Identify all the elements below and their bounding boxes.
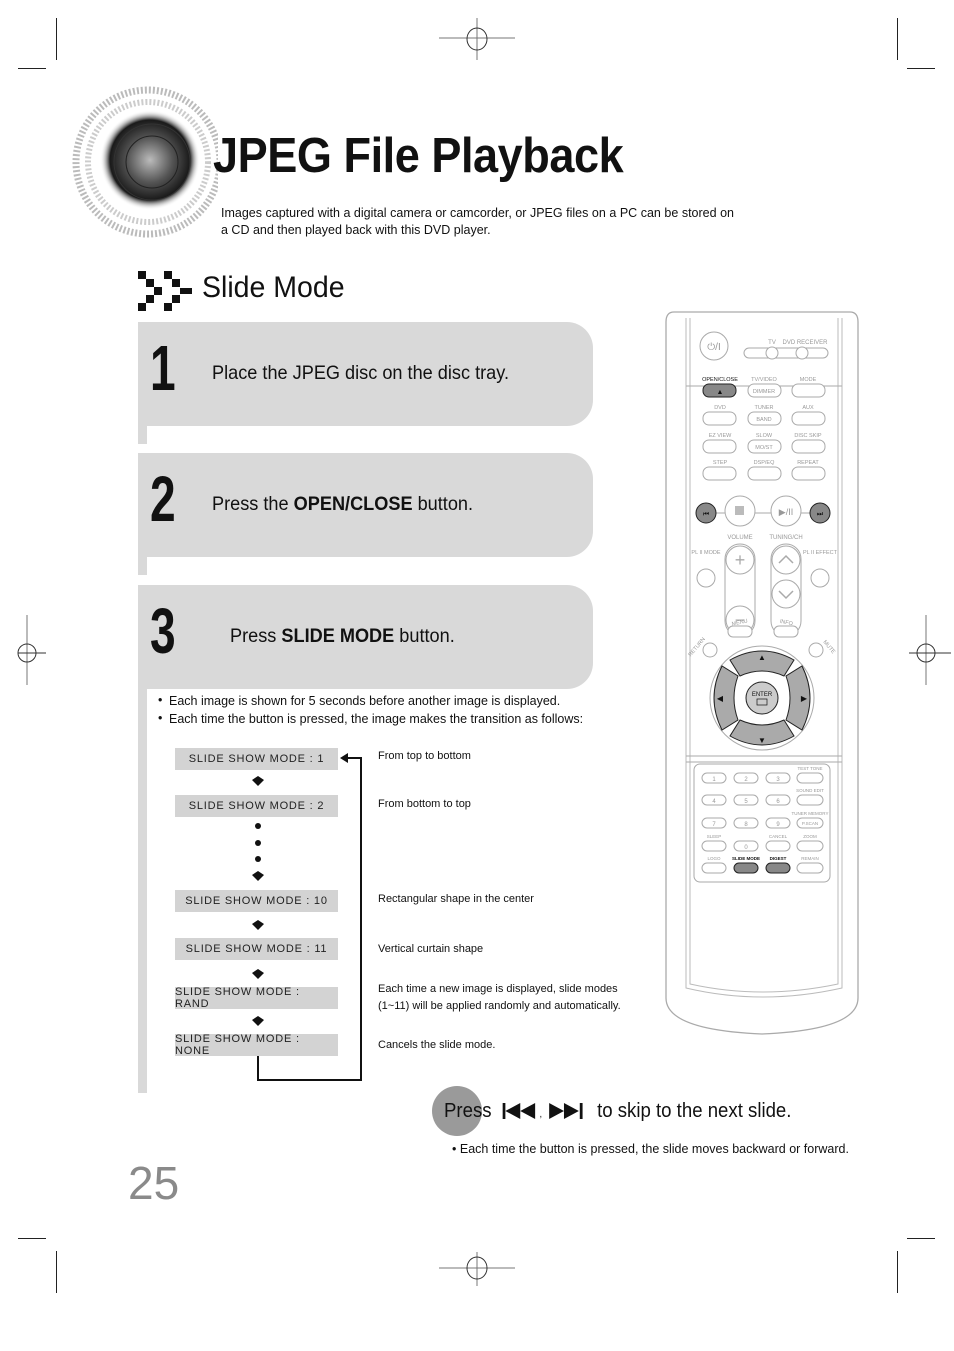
skip-back-icon <box>502 1103 535 1119</box>
remote-label: VOLUME <box>727 535 752 541</box>
remote-label: ENTER <box>752 692 773 698</box>
remote-label: SOUND EDIT <box>796 788 824 793</box>
step-number: 2 <box>150 463 176 535</box>
remote-label: BAND <box>756 417 771 423</box>
remote-label: AUX <box>802 405 814 411</box>
page-title: JPEG File Playback <box>213 129 624 183</box>
remote-label: TEST TONE <box>797 766 822 771</box>
registration-mark-icon <box>17 615 46 685</box>
section-title: Slide Mode <box>202 271 345 304</box>
remote-label: SLOW <box>756 433 773 439</box>
note-item: Each time the button is pressed, the ima… <box>158 709 583 728</box>
step-2: 2 Press the OPEN/CLOSE button. <box>138 453 593 557</box>
remote-label: TUNING/CH <box>769 535 802 541</box>
arrow-left-icon: ◀ <box>717 694 724 703</box>
registration-mark-icon <box>909 615 951 685</box>
skip-forward-icon: ⏭ <box>817 511 824 518</box>
notes-list: Each image is shown for 5 seconds before… <box>158 691 583 728</box>
skip-forward-icon <box>549 1103 583 1119</box>
checker-pattern-icon <box>138 271 192 311</box>
step-3: 3 Press SLIDE MODE button. <box>138 585 593 689</box>
play-pause-icon: ▶/II <box>779 507 793 517</box>
loop-back-arrow <box>257 753 362 1081</box>
crop-mark <box>897 18 898 60</box>
remote-label: TUNER <box>755 405 774 411</box>
remote-label: OPEN/CLOSE <box>702 377 738 383</box>
remote-label: TUNER MEMORY <box>792 811 829 816</box>
remote-control-illustration: ⏻/I TV DVD RECEIVER OPEN/CLOSE TV/VIDEO … <box>665 311 859 1035</box>
mode-description: Vertical curtain shape <box>378 943 484 955</box>
remote-label: P.SCAN <box>802 821 818 826</box>
crop-mark <box>18 68 46 69</box>
note-item: Each image is shown for 5 seconds before… <box>158 691 583 710</box>
crop-mark <box>56 1251 57 1293</box>
crop-mark <box>907 68 935 69</box>
step-text: Press SLIDE MODE button. <box>230 625 455 647</box>
remote-label: SLEEP <box>707 834 722 839</box>
mode-description: Rectangular shape in the center <box>378 893 534 905</box>
crop-mark <box>18 1238 46 1239</box>
power-icon: ⏻/I <box>707 342 720 353</box>
remote-label: SLIDE MODE <box>732 856 760 861</box>
remote-label: LOGO <box>707 856 721 861</box>
step-number: 3 <box>150 595 176 667</box>
remote-label: DVD <box>714 405 726 411</box>
page-number: 25 <box>128 1157 180 1209</box>
arrow-up-icon: ▲ <box>758 653 766 662</box>
remote-label: MO/ST <box>755 445 773 451</box>
remote-label: DIMMER <box>753 389 775 395</box>
step-number: 1 <box>150 332 176 404</box>
volume-up-icon: + <box>735 550 746 570</box>
crop-mark <box>56 18 57 60</box>
remote-label: ZOOM <box>803 834 817 839</box>
button-name: SLIDE MODE <box>281 625 395 647</box>
remote-label: TV <box>768 340 776 346</box>
stop-icon <box>735 506 744 515</box>
crop-mark <box>897 1251 898 1293</box>
intro-text: Images captured with a digital camera or… <box>221 206 734 237</box>
speaker-disc-icon <box>72 86 218 238</box>
remote-label: EZ VIEW <box>709 433 732 439</box>
arrow-right-icon: ▶ <box>801 694 808 703</box>
button-name: OPEN/CLOSE <box>293 493 413 515</box>
mode-description: From top to bottom <box>378 750 471 762</box>
crop-mark <box>907 1238 935 1239</box>
remote-label: REPEAT <box>797 460 819 466</box>
registration-mark-icon <box>439 1252 515 1286</box>
remote-label: CANCEL <box>769 834 788 839</box>
remote-label: PL II EFFECT <box>803 550 838 556</box>
remote-label: STEP <box>713 460 728 466</box>
step-text: Place the JPEG disc on the disc tray. <box>212 362 510 384</box>
remote-label: PL II MODE <box>691 550 720 556</box>
step-1: 1 Place the JPEG disc on the disc tray. <box>138 322 593 426</box>
mode-description: From bottom to top <box>378 798 471 810</box>
registration-mark-icon <box>439 18 515 60</box>
svg-text:▲: ▲ <box>717 389 724 396</box>
remote-label: MODE <box>800 377 817 383</box>
mode-description: Cancels the slide mode. <box>378 1039 496 1051</box>
skip-instruction: Press , to skip to the next slide. <box>444 1100 792 1122</box>
remote-label: DIGEST <box>770 856 787 861</box>
step-text: Press the OPEN/CLOSE button. <box>212 493 474 515</box>
remote-label: DSP/EQ <box>754 460 776 466</box>
arrow-down-icon: ▼ <box>758 736 766 745</box>
remote-label: TV/VIDEO <box>751 377 777 383</box>
skip-back-icon: ⏮ <box>703 511 709 518</box>
mode-description: Each time a new image is displayed, slid… <box>378 983 621 1012</box>
remote-label: DVD RECEIVER <box>782 340 828 346</box>
remote-label: REMAIN <box>801 856 819 861</box>
skip-note: Each time the button is pressed, the sli… <box>452 1142 849 1156</box>
remote-label: DISC SKIP <box>794 433 822 439</box>
